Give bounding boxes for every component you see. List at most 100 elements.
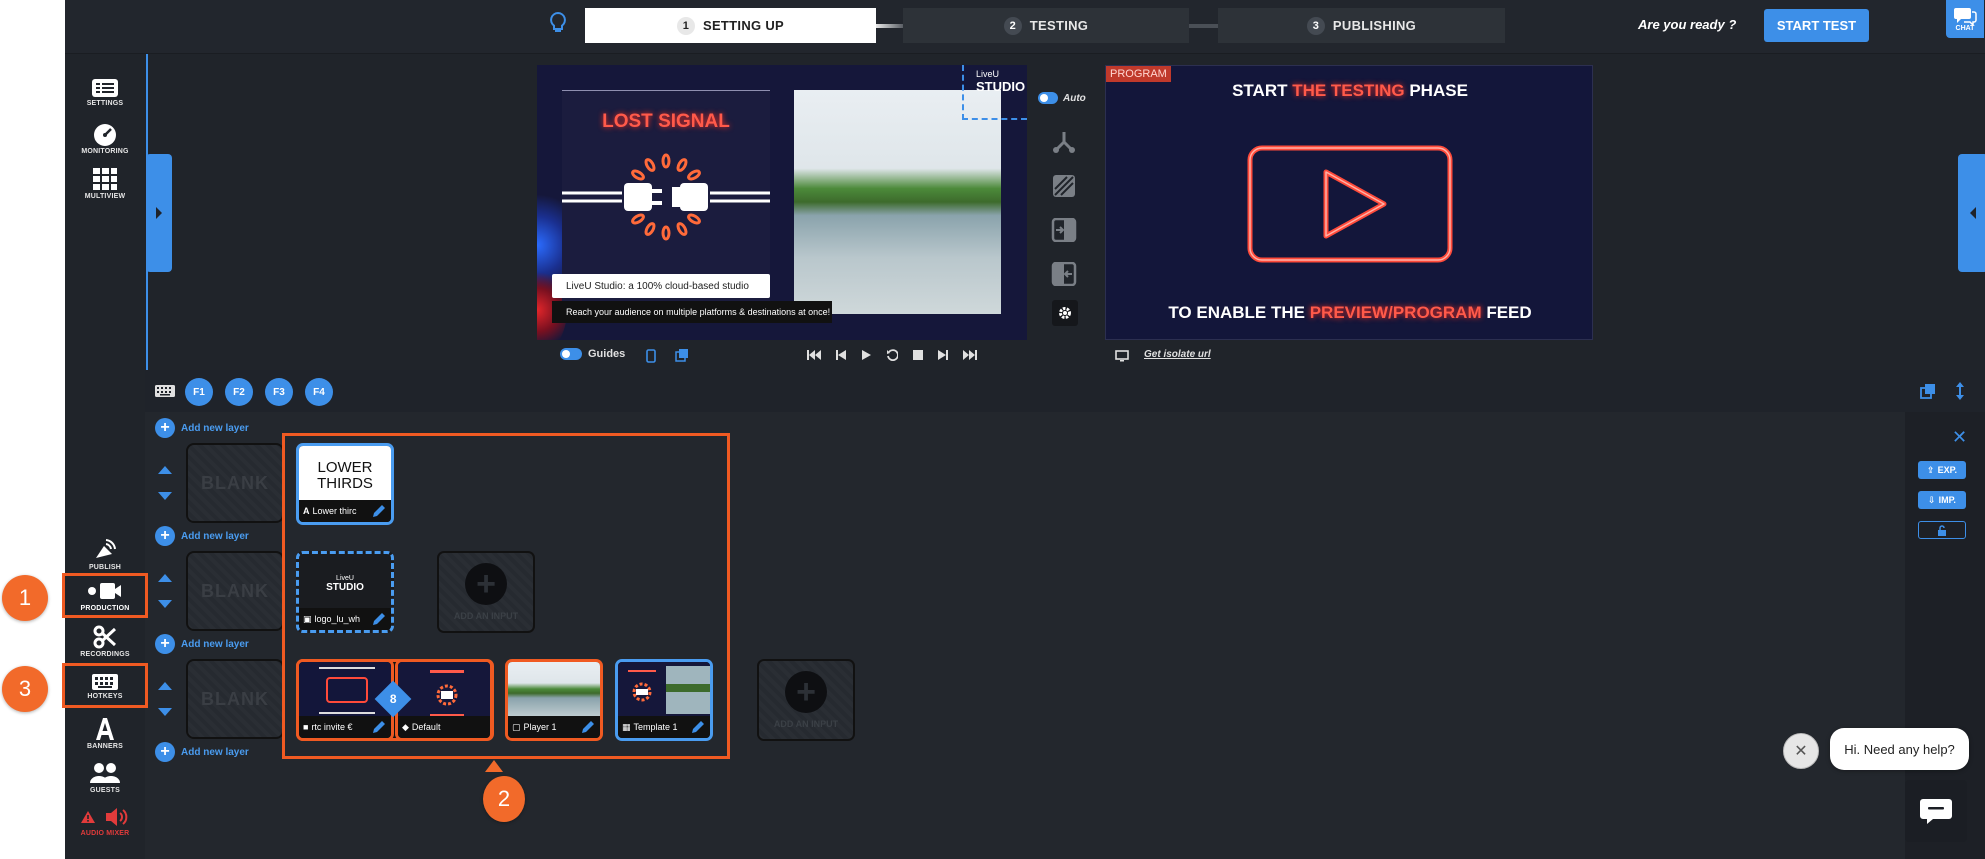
edit-pencil-icon[interactable] [371, 503, 387, 519]
cut-icon[interactable] [1050, 130, 1078, 154]
transition-settings-button[interactable] [1052, 300, 1078, 326]
edit-pencil-icon[interactable] [580, 719, 596, 735]
hotkey-f1-button[interactable]: F1 [185, 378, 213, 406]
guides-label: Guides [588, 348, 626, 360]
add-layer-label: Add new layer [181, 530, 249, 542]
add-input-button[interactable]: + ADD AN INPUT [757, 659, 855, 741]
play-icon[interactable] [861, 349, 871, 361]
preview-screen[interactable]: LOST SIGNAL LiveU STUDIO LiveU Studio: a… [537, 65, 1027, 340]
sidebar-item-recordings[interactable]: RECORDINGS [65, 625, 145, 658]
step-testing[interactable]: 2 TESTING [903, 8, 1189, 43]
input-tile-logo[interactable]: LiveU STUDIO ▣ logo_lu_wh [296, 551, 394, 633]
add-new-layer-button[interactable]: + Add new layer [155, 418, 249, 438]
export-button[interactable]: ⇪ EXP. [1918, 461, 1966, 479]
help-chat-button[interactable] [1905, 780, 1967, 842]
wipe-icon[interactable] [1050, 262, 1078, 286]
lightbulb-icon[interactable] [549, 11, 567, 40]
add-new-layer-button[interactable]: + Add new layer [155, 526, 249, 546]
beach-scene-image [794, 90, 1001, 314]
edit-pencil-icon[interactable] [690, 719, 706, 735]
callout-2: 2 [483, 776, 525, 822]
program-footer-highlight: PREVIEW/PROGRAM [1309, 303, 1482, 322]
copy-icon[interactable] [1920, 383, 1936, 404]
sidebar-item-audio-mixer[interactable]: AUDIO MIXER [65, 806, 145, 837]
chat-button[interactable]: CHAT [1946, 0, 1984, 38]
slide-icon[interactable] [1050, 218, 1078, 242]
import-button[interactable]: ⇩ IMP. [1918, 491, 1966, 509]
sidebar-item-monitoring[interactable]: MONITORING [65, 122, 145, 155]
move-layer-up-icon[interactable] [158, 466, 172, 474]
add-new-layer-button[interactable]: + Add new layer [155, 742, 249, 762]
help-bubble[interactable]: Hi. Need any help? [1830, 728, 1969, 770]
skip-start-icon[interactable] [807, 349, 821, 361]
step-publishing[interactable]: 3 PUBLISHING [1218, 8, 1505, 43]
blank-tile[interactable]: BLANK [186, 659, 284, 739]
hotkeys-highlight-box [62, 663, 148, 708]
get-isolate-url-link[interactable]: Get isolate url [1144, 349, 1211, 360]
transition-tools [1050, 130, 1078, 286]
close-help-button[interactable]: ✕ [1783, 733, 1819, 769]
tile-label-text: rtc invite € [311, 722, 353, 732]
layers-copy-icon[interactable] [675, 348, 689, 367]
input-tile-player-1[interactable]: ▢ Player 1 [505, 659, 603, 741]
add-input-button[interactable]: + ADD AN INPUT [437, 551, 535, 633]
guides-toggle[interactable]: Guides [560, 348, 625, 360]
step-setting-up[interactable]: 1 SETTING UP [585, 8, 876, 43]
stop-icon[interactable] [913, 350, 923, 360]
edit-pencil-icon[interactable] [371, 719, 387, 735]
export-label: EXP. [1937, 465, 1957, 475]
sidebar-item-multiview[interactable]: MULTIVIEW [65, 167, 145, 200]
move-layer-up-icon[interactable] [158, 682, 172, 690]
resize-vertical-icon[interactable] [1956, 382, 1964, 405]
blank-tile[interactable]: BLANK [186, 443, 284, 523]
auto-toggle[interactable]: Auto [1038, 92, 1086, 104]
logo-brand-line1: LiveU [336, 575, 354, 582]
sidebar-item-label: GUESTS [90, 787, 120, 794]
hotkey-f2-button[interactable]: F2 [225, 378, 253, 406]
step-number: 3 [1306, 16, 1325, 35]
expand-left-tab[interactable] [146, 154, 172, 272]
program-title-part: START [1232, 81, 1293, 100]
hotkey-f3-button[interactable]: F3 [265, 378, 293, 406]
sidebar-item-settings[interactable]: SETTINGS [65, 78, 145, 107]
start-test-button[interactable]: START TEST [1764, 9, 1869, 42]
player-icon: ▢ [512, 721, 521, 732]
default-thumbnail [398, 662, 490, 722]
blank-tile[interactable]: BLANK [186, 551, 284, 631]
next-icon[interactable] [938, 349, 948, 361]
move-layer-down-icon[interactable] [158, 492, 172, 500]
skip-end-icon[interactable] [963, 349, 977, 361]
hotkey-f4-button[interactable]: F4 [305, 378, 333, 406]
move-layer-up-icon[interactable] [158, 574, 172, 582]
lock-button[interactable] [1918, 521, 1966, 539]
move-layer-down-icon[interactable] [158, 600, 172, 608]
sidebar-item-banners[interactable]: BANNERS [65, 717, 145, 750]
edit-pencil-icon[interactable] [371, 611, 387, 627]
replay-icon[interactable] [886, 349, 898, 361]
tile-label: ◆ Default [398, 716, 490, 738]
toggle-switch[interactable] [560, 348, 582, 360]
sidebar-item-publish[interactable]: PUBLISH [65, 536, 145, 571]
add-input-label: ADD AN INPUT [453, 611, 519, 621]
brand-line2: STUDIO [976, 79, 1026, 94]
fade-icon[interactable] [1050, 174, 1078, 198]
program-screen[interactable]: PROGRAM START THE TESTING PHASE TO ENABL… [1105, 65, 1593, 340]
program-footer-part: FEED [1481, 303, 1532, 322]
left-sidebar: SETTINGS MONITORING MULTIVIEW PUBLISH PR… [65, 54, 145, 859]
callout-2-pointer [485, 760, 503, 772]
speaker-icon [106, 808, 128, 826]
toggle-switch[interactable] [1038, 92, 1058, 104]
settings-icon [92, 79, 118, 97]
move-layer-down-icon[interactable] [158, 708, 172, 716]
program-title-part: PHASE [1404, 81, 1468, 100]
input-tile-lower-thirds[interactable]: LOWER THIRDS A Lower thirc [296, 443, 394, 525]
sidebar-item-guests[interactable]: GUESTS [65, 761, 145, 794]
program-footer: TO ENABLE THE PREVIEW/PROGRAM FEED [1106, 303, 1592, 323]
add-new-layer-button[interactable]: + Add new layer [155, 634, 249, 654]
expand-right-tab[interactable] [1958, 154, 1985, 272]
mobile-icon[interactable] [646, 349, 656, 368]
input-tile-template-1[interactable]: ▦ Template 1 [615, 659, 713, 741]
previous-icon[interactable] [836, 349, 846, 361]
close-icon[interactable]: ✕ [1952, 428, 1967, 446]
auto-label: Auto [1063, 92, 1086, 104]
